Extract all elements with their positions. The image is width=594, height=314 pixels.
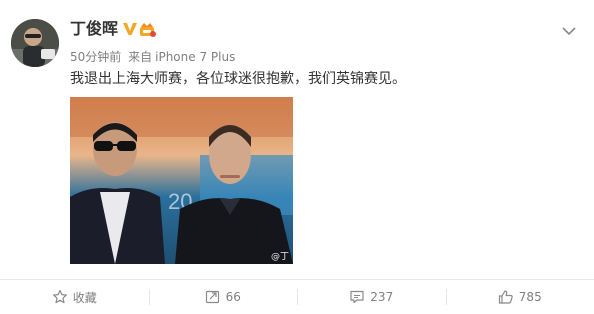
- post-image[interactable]: 20 @丁: [70, 97, 293, 264]
- thumbs-up-icon: [498, 289, 514, 305]
- weibo-post: 丁俊晖 50分钟前 来自 iPhone 7 Plus 我退出上海大师赛，各位球迷很…: [0, 0, 594, 314]
- comment-icon: [349, 289, 365, 305]
- comment-button[interactable]: 237: [297, 280, 446, 314]
- avatar[interactable]: [11, 19, 59, 67]
- like-button[interactable]: 785: [445, 280, 594, 314]
- post-meta: 50分钟前 来自 iPhone 7 Plus: [70, 49, 235, 65]
- comment-count: 237: [370, 290, 394, 304]
- verified-v-icon[interactable]: [122, 21, 138, 37]
- vip-member-icon[interactable]: [138, 20, 156, 38]
- repost-icon: [205, 289, 221, 305]
- post-time[interactable]: 50分钟前: [70, 50, 121, 64]
- repost-button[interactable]: 66: [148, 280, 298, 314]
- post-text: 我退出上海大师赛，各位球迷很抱歉，我们英锦赛见。: [70, 71, 406, 87]
- action-bar: 收藏 66 237 785: [0, 280, 594, 314]
- favorite-button[interactable]: 收藏: [0, 280, 149, 314]
- chevron-down-icon[interactable]: [562, 21, 576, 36]
- source-prefix: 来自: [128, 50, 153, 64]
- image-watermark: @丁: [270, 252, 289, 262]
- post-source[interactable]: iPhone 7 Plus: [155, 50, 235, 64]
- favorite-label: 收藏: [72, 290, 97, 305]
- like-count: 785: [518, 290, 542, 304]
- repost-count: 66: [225, 290, 241, 304]
- star-icon: [52, 289, 68, 305]
- username[interactable]: 丁俊晖: [70, 19, 118, 39]
